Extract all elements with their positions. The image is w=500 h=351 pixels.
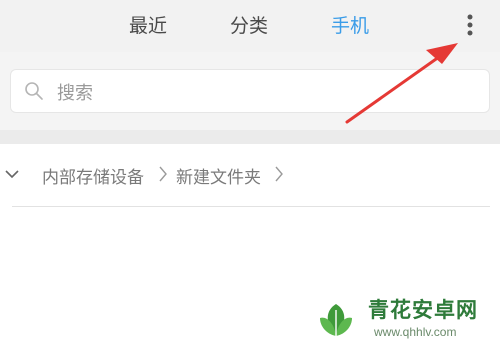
- chevron-right-icon: [159, 166, 167, 182]
- breadcrumb-underline: [12, 206, 490, 207]
- leaf-logo-icon: [315, 301, 357, 343]
- watermark: 青花安卓网 www.qhhlv.com: [312, 292, 500, 351]
- vertical-dots-icon: [467, 14, 473, 36]
- watermark-url: www.qhhlv.com: [374, 325, 457, 339]
- tab-recent[interactable]: 最近: [129, 12, 167, 40]
- search-area: 搜索: [0, 52, 500, 130]
- more-options-button[interactable]: [458, 12, 482, 40]
- breadcrumb-item-new-folder[interactable]: 新建文件夹: [176, 163, 261, 188]
- breadcrumb-item-internal-storage[interactable]: 内部存储设备: [42, 163, 144, 188]
- search-input[interactable]: 搜索: [10, 69, 490, 113]
- chevron-down-icon[interactable]: [4, 167, 20, 181]
- tab-category[interactable]: 分类: [230, 12, 268, 40]
- top-tab-bar: 最近 分类 手机: [0, 0, 500, 52]
- search-icon: [25, 82, 43, 100]
- breadcrumb: 内部存储设备 新建文件夹: [0, 144, 500, 206]
- search-placeholder: 搜索: [57, 83, 93, 104]
- section-divider: [0, 130, 500, 144]
- tab-phone[interactable]: 手机: [331, 12, 369, 40]
- chevron-right-icon: [275, 166, 283, 182]
- watermark-title: 青花安卓网: [368, 298, 478, 322]
